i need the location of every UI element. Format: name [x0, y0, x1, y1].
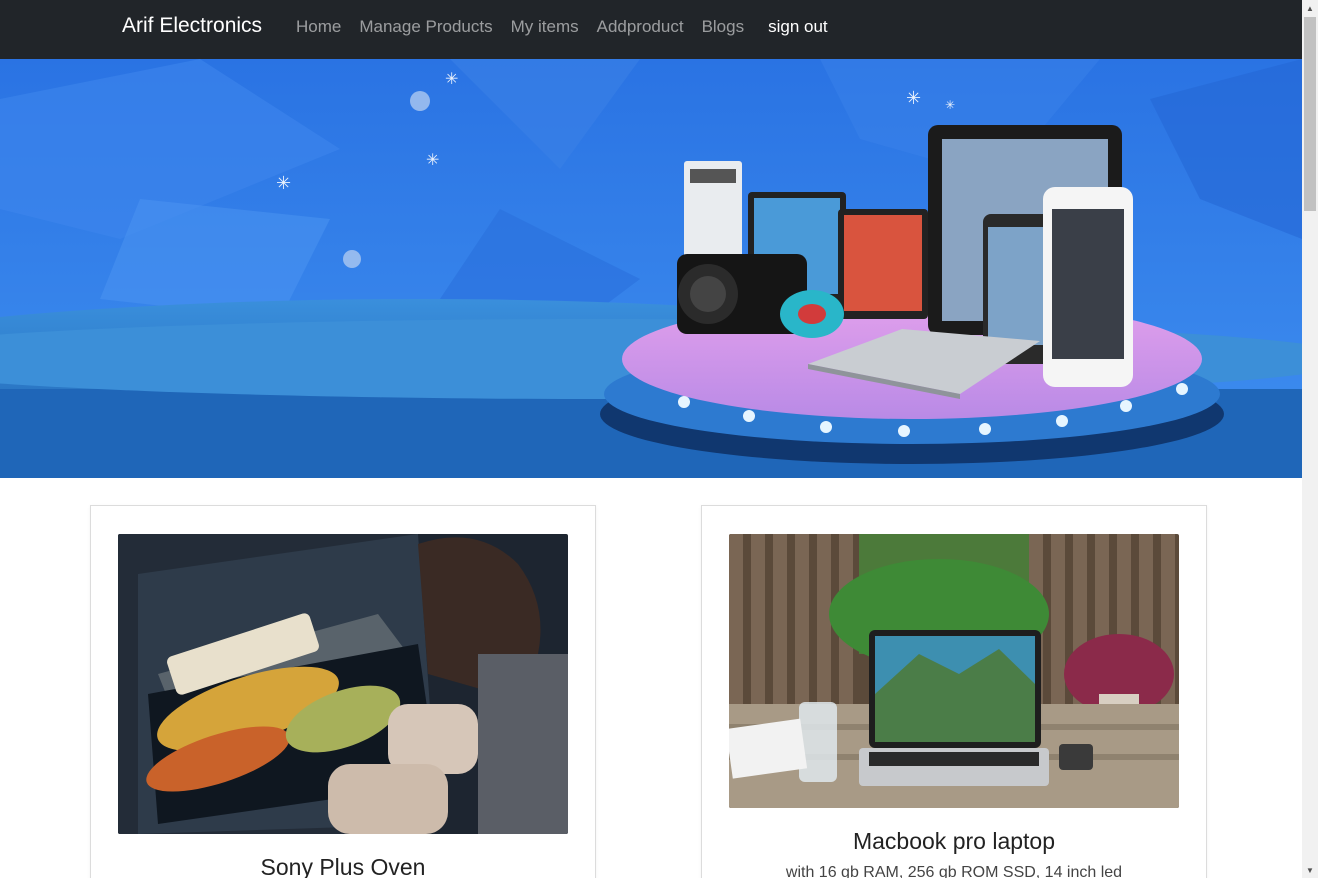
product-title: Sony Plus Oven [260, 854, 426, 878]
scroll-down-arrow-icon[interactable]: ▼ [1302, 862, 1318, 878]
page: Arif Electronics Home Manage Products My… [0, 0, 1302, 878]
hero-banner: ✳ ✳ ✳ ✳ ✳ [0, 59, 1302, 478]
product-title: Macbook pro laptop [852, 828, 1055, 854]
product-description: with 16 gb RAM, 256 gb ROM SSD, 14 inch … [785, 864, 1123, 878]
electronics-banner-image: ✳ ✳ ✳ ✳ ✳ [0, 59, 1302, 478]
oven-photo [118, 534, 568, 834]
nav-my-items[interactable]: My items [511, 17, 579, 37]
product-card[interactable]: Sony Plus Oven [90, 505, 596, 878]
sign-out-link[interactable]: sign out [768, 17, 828, 37]
laptop-photo [729, 534, 1179, 808]
page-scrollbar[interactable]: ▲ ▼ [1302, 0, 1318, 878]
svg-text:✳: ✳ [945, 98, 955, 112]
nav-home[interactable]: Home [296, 17, 341, 37]
svg-text:✳: ✳ [906, 88, 921, 108]
scroll-up-arrow-icon[interactable]: ▲ [1302, 0, 1318, 16]
scroll-thumb[interactable] [1304, 17, 1316, 211]
svg-text:✳: ✳ [276, 173, 291, 193]
svg-text:✳: ✳ [445, 71, 458, 88]
nav-blogs[interactable]: Blogs [702, 17, 745, 37]
navbar: Arif Electronics Home Manage Products My… [0, 0, 1302, 59]
product-card[interactable]: Macbook pro laptop with 16 gb RAM, 256 g… [701, 505, 1207, 878]
svg-text:✳: ✳ [426, 152, 439, 169]
nav-links: Home Manage Products My items Addproduct… [296, 17, 846, 37]
brand-logo[interactable]: Arif Electronics [122, 14, 262, 38]
nav-manage-products[interactable]: Manage Products [359, 17, 492, 37]
nav-addproduct[interactable]: Addproduct [597, 17, 684, 37]
